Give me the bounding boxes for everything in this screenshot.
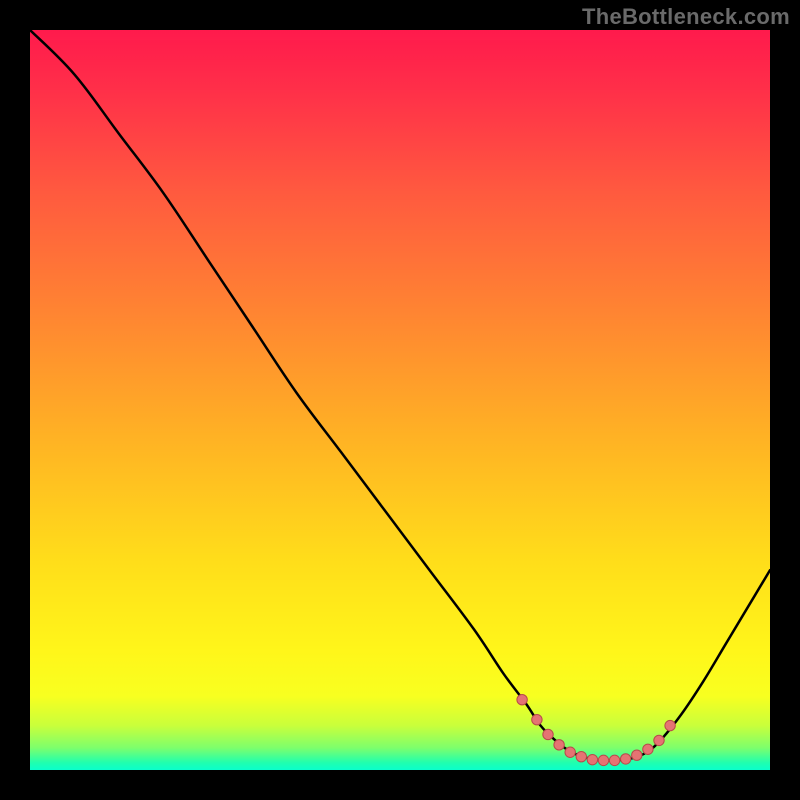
bottleneck-curve-path — [30, 30, 770, 761]
marker-point — [654, 735, 664, 745]
marker-point — [543, 729, 553, 739]
marker-point — [621, 754, 631, 764]
marker-point — [665, 720, 675, 730]
watermark-text: TheBottleneck.com — [582, 4, 790, 30]
markers-group — [517, 695, 675, 766]
marker-point — [609, 755, 619, 765]
marker-point — [643, 744, 653, 754]
marker-point — [576, 751, 586, 761]
marker-point — [587, 754, 597, 764]
plot-area — [30, 30, 770, 770]
marker-point — [632, 750, 642, 760]
marker-point — [554, 740, 564, 750]
marker-point — [517, 695, 527, 705]
chart-frame: TheBottleneck.com — [0, 0, 800, 800]
curve-svg — [30, 30, 770, 770]
marker-point — [598, 755, 608, 765]
marker-point — [532, 714, 542, 724]
marker-point — [565, 747, 575, 757]
